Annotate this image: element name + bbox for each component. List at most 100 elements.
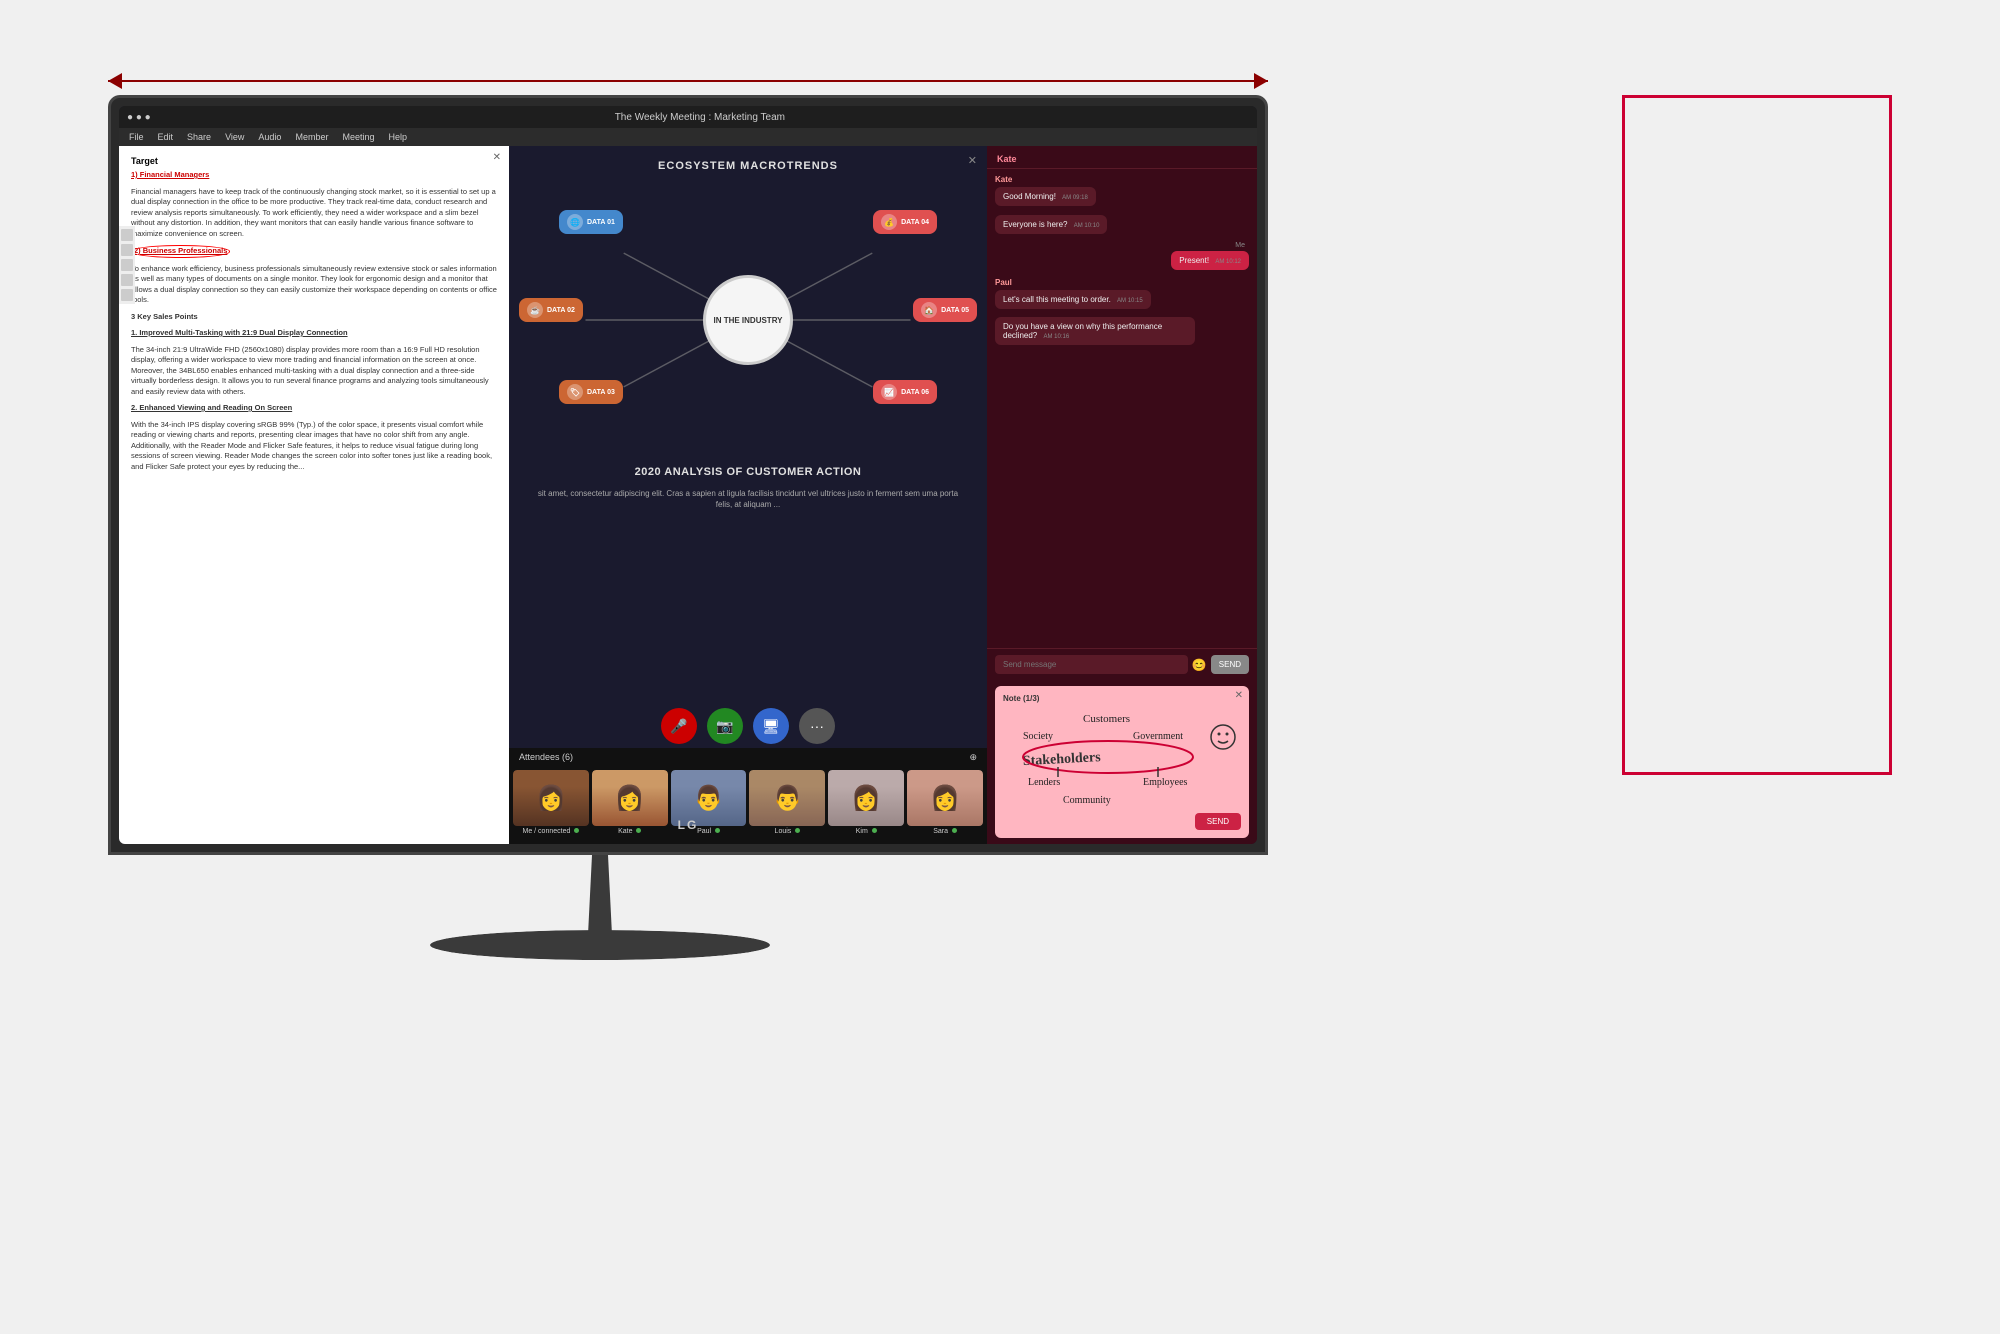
svg-text:Customers: Customers [1083,713,1130,725]
pres-close-button[interactable]: ✕ [968,154,977,167]
attendees-count-icon: ⊕ [969,752,977,763]
attendee-kim: 👩 Kim [828,770,904,840]
eco-label-01: DATA 01 [587,219,615,226]
lg-logo: LG [678,818,699,832]
pres-footer-title: 2020 ANALYSIS OF CUSTOMER ACTION [509,460,987,484]
eco-icon-04: 💰 [881,214,897,230]
menu-help[interactable]: Help [389,132,408,142]
avatar-me: 👩 [513,770,589,826]
doc-title: Target [131,156,497,166]
doc-tool-3[interactable] [121,259,133,271]
eco-center-label: IN THE INDUSTRY [703,275,793,365]
share-button[interactable]: 🖥 [753,708,789,744]
menu-view[interactable]: View [225,132,244,142]
attendee-me: 👩 Me / connected [513,770,589,840]
monitor-screen: ● ● ● The Weekly Meeting : Marketing Tea… [119,106,1257,844]
chat-input[interactable] [995,655,1188,674]
attendee-video-me: 👩 [513,770,589,826]
eco-node-02: ☕ DATA 02 [519,298,583,322]
chat-msg-2: Everyone is here? AM 10:10 [995,214,1249,234]
avatar-louis: 👨 [749,770,825,826]
avatar-kim: 👩 [828,770,904,826]
chat-time-1: AM 09:18 [1062,195,1088,201]
avatar-sara: 👩 [907,770,983,826]
monitor-stand-neck [580,855,620,935]
chat-time-2: AM 10:10 [1074,223,1100,229]
attendees-bar: Attendees (6) ⊕ 👩 Me / connected 👩 [509,748,987,844]
eco-icon-06: 📈 [881,384,897,400]
eco-label-05: DATA 05 [941,307,969,314]
app-title: The Weekly Meeting : Marketing Team [615,112,785,123]
call-toolbar: 🎤 📷 🖥 ··· [661,708,835,744]
section1-heading: 1) Financial Managers [131,170,209,179]
svg-text:Lenders: Lenders [1028,777,1060,788]
note-handwriting: Customers Society Government Stakeholder… [1003,707,1243,817]
menu-file[interactable]: File [129,132,144,142]
attendee-video-sara: 👩 [907,770,983,826]
eco-icon-05: 🏠 [921,302,937,318]
attendee-name-paul: Paul [697,828,720,835]
doc-close-button[interactable]: ✕ [493,152,501,163]
chat-sender-paul: Paul [995,278,1249,287]
measurement-arrow [108,60,1268,100]
chat-input-area: 😊 SEND [987,648,1257,680]
attendees-list: 👩 Me / connected 👩 Kate [509,748,987,844]
note-header: Note (1/3) [1003,694,1241,703]
menu-audio[interactable]: Audio [258,132,281,142]
eco-label-04: DATA 04 [901,219,929,226]
attendee-kate: 👩 Kate [592,770,668,840]
pres-header: ECOSYSTEM MACROTRENDS [509,146,987,180]
more-button[interactable]: ··· [799,708,835,744]
eco-node-05: 🏠 DATA 05 [913,298,977,322]
eco-node-04: 💰 DATA 04 [873,210,937,234]
doc-tool-5[interactable] [121,289,133,301]
window-controls[interactable]: ● ● ● [127,112,151,123]
svg-text:Society: Society [1023,731,1053,742]
menu-meeting[interactable]: Meeting [342,132,374,142]
note-close-button[interactable]: ✕ [1235,690,1243,701]
doc-tool-4[interactable] [121,274,133,286]
chat-time-4: AM 10:16 [1043,334,1069,340]
presentation-panel: ECOSYSTEM MACROTRENDS ✕ [509,146,987,844]
doc-tool-1[interactable] [121,229,133,241]
section2-heading: 2) Business Professionals [131,245,230,258]
section3-heading: 3 Key Sales Points [131,312,198,321]
menu-member[interactable]: Member [295,132,328,142]
app-content: ✕ Target 1) Financial Managers Financial… [119,146,1257,844]
svg-text:Government: Government [1133,731,1183,742]
doc-tools [119,226,135,304]
chat-send-button[interactable]: SEND [1211,655,1249,674]
chat-msg-me: Me Present! AM 10:12 [995,242,1249,270]
chat-sender-kate: Kate [995,175,1249,184]
note-panel: Note (1/3) ✕ Customers Society Governmen… [995,686,1249,838]
eco-label-02: DATA 02 [547,307,575,314]
doc-tool-2[interactable] [121,244,133,256]
chat-time-3: AM 10:15 [1117,298,1143,304]
point1-heading: 1. Improved Multi-Tasking with 21:9 Dual… [131,328,348,337]
chat-header: Kate [987,146,1257,169]
point2-text: With the 34-inch IPS display covering sR… [131,420,497,473]
svg-text:Employees: Employees [1143,777,1188,788]
monitor-stand-base [430,930,770,960]
app-menubar: File Edit Share View Audio Member Meetin… [119,128,1257,146]
measurement-line [108,80,1268,82]
document-panel: ✕ Target 1) Financial Managers Financial… [119,146,509,844]
app-titlebar: ● ● ● The Weekly Meeting : Marketing Tea… [119,106,1257,128]
attendee-name-kate: Kate [618,828,641,835]
eco-icon-01: 🌐 [567,214,583,230]
section1-text: Financial managers have to keep track of… [131,187,497,240]
chat-label-me: Me [1235,242,1245,249]
chat-messages: Kate Good Morning! AM 09:18 Everyone is … [987,169,1257,648]
ecosystem-diagram: IN THE INDUSTRY 🌐 DATA 01 ☕ [509,180,987,460]
mute-button[interactable]: 🎤 [661,708,697,744]
attendee-name-me: Me / connected [523,828,580,835]
video-button[interactable]: 📷 [707,708,743,744]
menu-share[interactable]: Share [187,132,211,142]
eco-label-03: DATA 03 [587,389,615,396]
chat-bubble-me: Present! AM 10:12 [1171,251,1249,270]
menu-edit[interactable]: Edit [158,132,174,142]
measurement-arrow-left [108,73,122,89]
attendee-video-kate: 👩 [592,770,668,826]
pres-footer-text: sit amet, consectetur adipiscing elit. C… [509,484,987,514]
emoji-button[interactable]: 😊 [1192,658,1207,672]
